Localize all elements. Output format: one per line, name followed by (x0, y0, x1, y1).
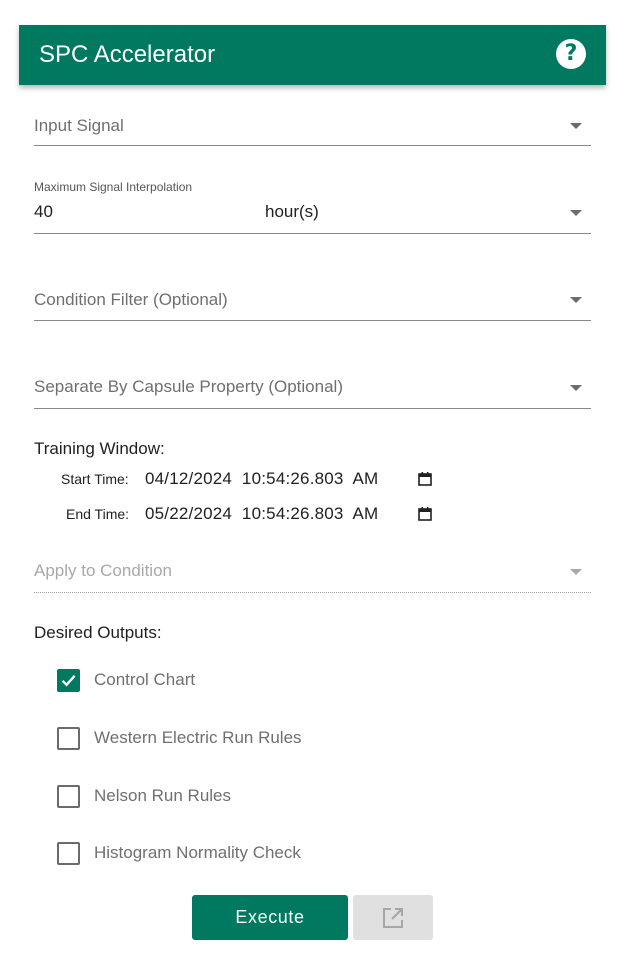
checkbox-unchecked[interactable] (57, 785, 80, 808)
end-time-input[interactable]: 05/22/2024 10:54:26.803 AM (145, 504, 378, 524)
input-signal-label: Input Signal (34, 116, 124, 135)
open-in-new-button (353, 895, 433, 940)
max-interpolation-field: Maximum Signal Interpolation 40 hour(s) (34, 177, 591, 234)
checkbox-unchecked[interactable] (57, 727, 80, 750)
apply-to-condition-select: Apply to Condition (34, 556, 591, 593)
condition-filter-label: Condition Filter (Optional) (34, 290, 228, 309)
output-label: Western Electric Run Rules (94, 728, 302, 747)
separate-by-select[interactable]: Separate By Capsule Property (Optional) (34, 372, 591, 409)
checkbox-checked[interactable] (57, 669, 80, 692)
end-time-label: End Time: (66, 506, 130, 522)
calendar-icon[interactable] (418, 507, 432, 521)
start-time-label: Start Time: (61, 471, 129, 487)
checkmark-icon (61, 675, 76, 687)
chevron-down-icon (570, 123, 582, 129)
chevron-down-icon[interactable] (570, 210, 582, 216)
start-time-input[interactable]: 04/12/2024 10:54:26.803 AM (145, 469, 378, 489)
apply-to-condition-label: Apply to Condition (34, 561, 172, 580)
chevron-down-icon (570, 297, 582, 303)
output-label: Nelson Run Rules (94, 786, 232, 805)
condition-filter-select[interactable]: Condition Filter (Optional) (34, 285, 591, 321)
training-window-label: Training Window: (34, 439, 165, 458)
chevron-down-icon (570, 385, 582, 391)
calendar-icon[interactable] (418, 472, 432, 486)
output-label: Histogram Normality Check (94, 843, 301, 862)
help-icon[interactable]: ? (556, 39, 586, 69)
app-title: SPC Accelerator (39, 41, 216, 68)
input-signal-select[interactable]: Input Signal (34, 110, 591, 146)
max-interpolation-label: Maximum Signal Interpolation (34, 180, 193, 194)
execute-button[interactable]: Execute (192, 895, 348, 940)
open-in-new-icon (383, 908, 403, 928)
max-interpolation-input[interactable]: 40 (34, 202, 53, 222)
checkbox-unchecked[interactable] (57, 842, 80, 865)
separate-by-label: Separate By Capsule Property (Optional) (34, 377, 343, 396)
desired-outputs-label: Desired Outputs: (34, 623, 162, 642)
output-label: Control Chart (94, 670, 196, 689)
interpolation-unit-select[interactable]: hour(s) (265, 202, 319, 222)
app-header: SPC Accelerator ? (19, 25, 606, 85)
chevron-down-icon (570, 569, 582, 575)
